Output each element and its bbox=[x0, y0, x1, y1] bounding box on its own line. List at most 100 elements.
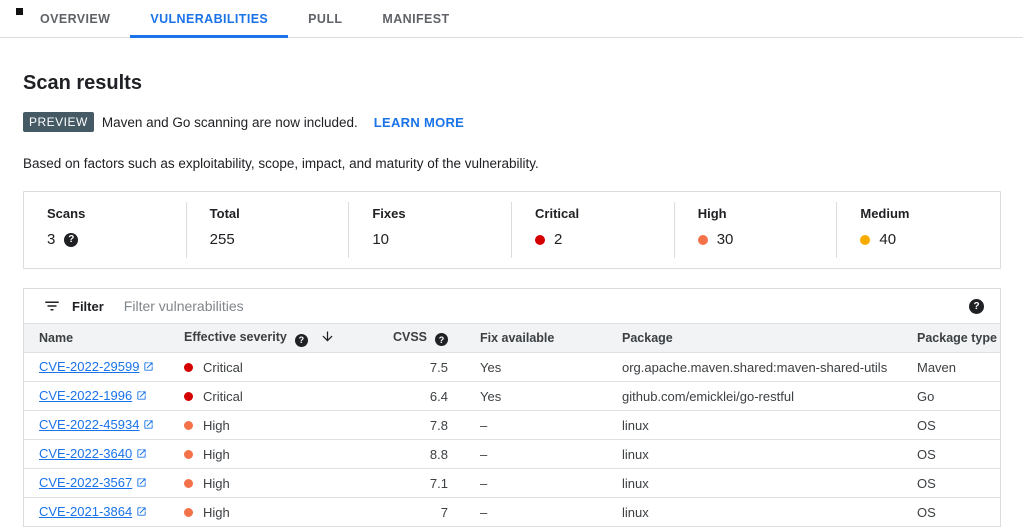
severity-label: High bbox=[203, 476, 230, 491]
preview-message: Maven and Go scanning are now included. bbox=[102, 115, 358, 130]
column-header-fix-available[interactable]: Fix available bbox=[460, 324, 607, 353]
stat-label: Critical bbox=[535, 206, 675, 221]
fix-available: – bbox=[460, 411, 607, 440]
package-type: OS bbox=[902, 498, 1000, 527]
stat-value: 40 bbox=[879, 231, 896, 248]
fix-available: Yes bbox=[460, 353, 607, 382]
filter-label[interactable]: Filter bbox=[72, 299, 104, 314]
tab-overview[interactable]: OVERVIEW bbox=[20, 0, 130, 37]
column-header-package-type[interactable]: Package type bbox=[902, 324, 1000, 353]
tab-vulnerabilities[interactable]: VULNERABILITIES bbox=[130, 0, 288, 37]
stat-label: Medium bbox=[860, 206, 1000, 221]
cve-link[interactable]: CVE-2022-1996 bbox=[39, 388, 132, 403]
vulnerabilities-panel: Filter ? Name Effective severity? CVSS? … bbox=[23, 288, 1001, 527]
severity-dot bbox=[184, 479, 193, 488]
fix-available: – bbox=[460, 440, 607, 469]
table-header-row: Name Effective severity? CVSS? Fix avail… bbox=[24, 324, 1000, 353]
sort-desc-icon[interactable] bbox=[320, 333, 335, 347]
table-row: CVE-2022-45934 High 7.8 – linux OS bbox=[24, 411, 1000, 440]
severity-label: High bbox=[203, 447, 230, 462]
column-header-severity[interactable]: Effective severity? bbox=[180, 324, 390, 353]
column-header-cvss[interactable]: CVSS? bbox=[390, 324, 460, 353]
stat-value: 30 bbox=[717, 231, 734, 248]
stat-value: 3 bbox=[47, 231, 55, 248]
external-link-icon[interactable] bbox=[143, 360, 154, 375]
severity-dot bbox=[184, 508, 193, 517]
table-row: CVE-2022-3640 High 8.8 – linux OS bbox=[24, 440, 1000, 469]
fix-available: Yes bbox=[460, 382, 607, 411]
filter-bar: Filter ? bbox=[24, 289, 1000, 323]
stat-label: Fixes bbox=[372, 206, 512, 221]
stat-value: 2 bbox=[554, 231, 562, 248]
help-icon[interactable]: ? bbox=[435, 333, 448, 346]
fix-available: – bbox=[460, 498, 607, 527]
table-row: CVE-2022-1996 Critical 6.4 Yes github.co… bbox=[24, 382, 1000, 411]
tab-manifest[interactable]: MANIFEST bbox=[362, 0, 469, 37]
table-row: CVE-2021-3864 High 7 – linux OS bbox=[24, 498, 1000, 527]
external-link-icon[interactable] bbox=[136, 505, 147, 520]
cvss-score: 7 bbox=[390, 498, 460, 527]
cvss-score: 6.4 bbox=[390, 382, 460, 411]
page-title: Scan results bbox=[23, 72, 1001, 95]
preview-badge: PREVIEW bbox=[23, 112, 94, 132]
column-header-package[interactable]: Package bbox=[607, 324, 902, 353]
stat-label: Scans bbox=[47, 206, 187, 221]
external-link-icon[interactable] bbox=[136, 389, 147, 404]
external-link-icon[interactable] bbox=[143, 418, 154, 433]
help-icon[interactable]: ? bbox=[969, 299, 984, 314]
package-name: linux bbox=[607, 469, 902, 498]
package-type: OS bbox=[902, 440, 1000, 469]
severity-dot bbox=[184, 392, 193, 401]
cvss-score: 8.8 bbox=[390, 440, 460, 469]
filter-icon bbox=[43, 297, 61, 315]
filter-input[interactable] bbox=[124, 298, 959, 314]
severity-label: High bbox=[203, 505, 230, 520]
cve-link[interactable]: CVE-2022-29599 bbox=[39, 359, 139, 374]
severity-dot bbox=[184, 363, 193, 372]
package-name: github.com/emicklei/go-restful bbox=[607, 382, 902, 411]
external-link-icon[interactable] bbox=[136, 476, 147, 491]
stat-value: 255 bbox=[210, 231, 235, 248]
cve-link[interactable]: CVE-2021-3864 bbox=[39, 504, 132, 519]
cvss-score: 7.8 bbox=[390, 411, 460, 440]
stat-label: Total bbox=[210, 206, 350, 221]
package-name: org.apache.maven.shared:maven-shared-uti… bbox=[607, 353, 902, 382]
severity-label: High bbox=[203, 418, 230, 433]
severity-dot bbox=[184, 421, 193, 430]
critical-severity-dot bbox=[535, 235, 545, 245]
stat-fixes: Fixes 10 bbox=[349, 192, 512, 268]
package-name: linux bbox=[607, 440, 902, 469]
package-type: OS bbox=[902, 411, 1000, 440]
preview-banner: PREVIEW Maven and Go scanning are now in… bbox=[23, 112, 1001, 132]
help-icon[interactable]: ? bbox=[295, 334, 308, 347]
help-icon[interactable]: ? bbox=[64, 233, 78, 247]
cve-link[interactable]: CVE-2022-3640 bbox=[39, 446, 132, 461]
stat-total: Total 255 bbox=[187, 192, 350, 268]
cvss-score: 7.5 bbox=[390, 353, 460, 382]
table-row: CVE-2022-3567 High 7.1 – linux OS bbox=[24, 469, 1000, 498]
package-type: Go bbox=[902, 382, 1000, 411]
package-type: Maven bbox=[902, 353, 1000, 382]
external-link-icon[interactable] bbox=[136, 447, 147, 462]
cve-link[interactable]: CVE-2022-3567 bbox=[39, 475, 132, 490]
scan-summary-card: Scans 3 ? Total 255 Fixes 10 Critical 2 … bbox=[23, 191, 1001, 269]
learn-more-link[interactable]: LEARN MORE bbox=[374, 115, 464, 130]
tab-pull[interactable]: PULL bbox=[288, 0, 362, 37]
stat-label: High bbox=[698, 206, 838, 221]
high-severity-dot bbox=[698, 235, 708, 245]
stat-scans: Scans 3 ? bbox=[24, 192, 187, 268]
fix-available: – bbox=[460, 469, 607, 498]
stat-high: High 30 bbox=[675, 192, 838, 268]
cvss-score: 7.1 bbox=[390, 469, 460, 498]
stat-critical: Critical 2 bbox=[512, 192, 675, 268]
vulnerabilities-table: Name Effective severity? CVSS? Fix avail… bbox=[24, 323, 1000, 527]
column-header-name[interactable]: Name bbox=[24, 324, 180, 353]
medium-severity-dot bbox=[860, 235, 870, 245]
tab-bar: OVERVIEW VULNERABILITIES PULL MANIFEST bbox=[0, 0, 1023, 38]
stat-medium: Medium 40 bbox=[837, 192, 1000, 268]
cve-link[interactable]: CVE-2022-45934 bbox=[39, 417, 139, 432]
severity-label: Critical bbox=[203, 360, 243, 375]
table-row: CVE-2022-29599 Critical 7.5 Yes org.apac… bbox=[24, 353, 1000, 382]
package-name: linux bbox=[607, 411, 902, 440]
severity-dot bbox=[184, 450, 193, 459]
